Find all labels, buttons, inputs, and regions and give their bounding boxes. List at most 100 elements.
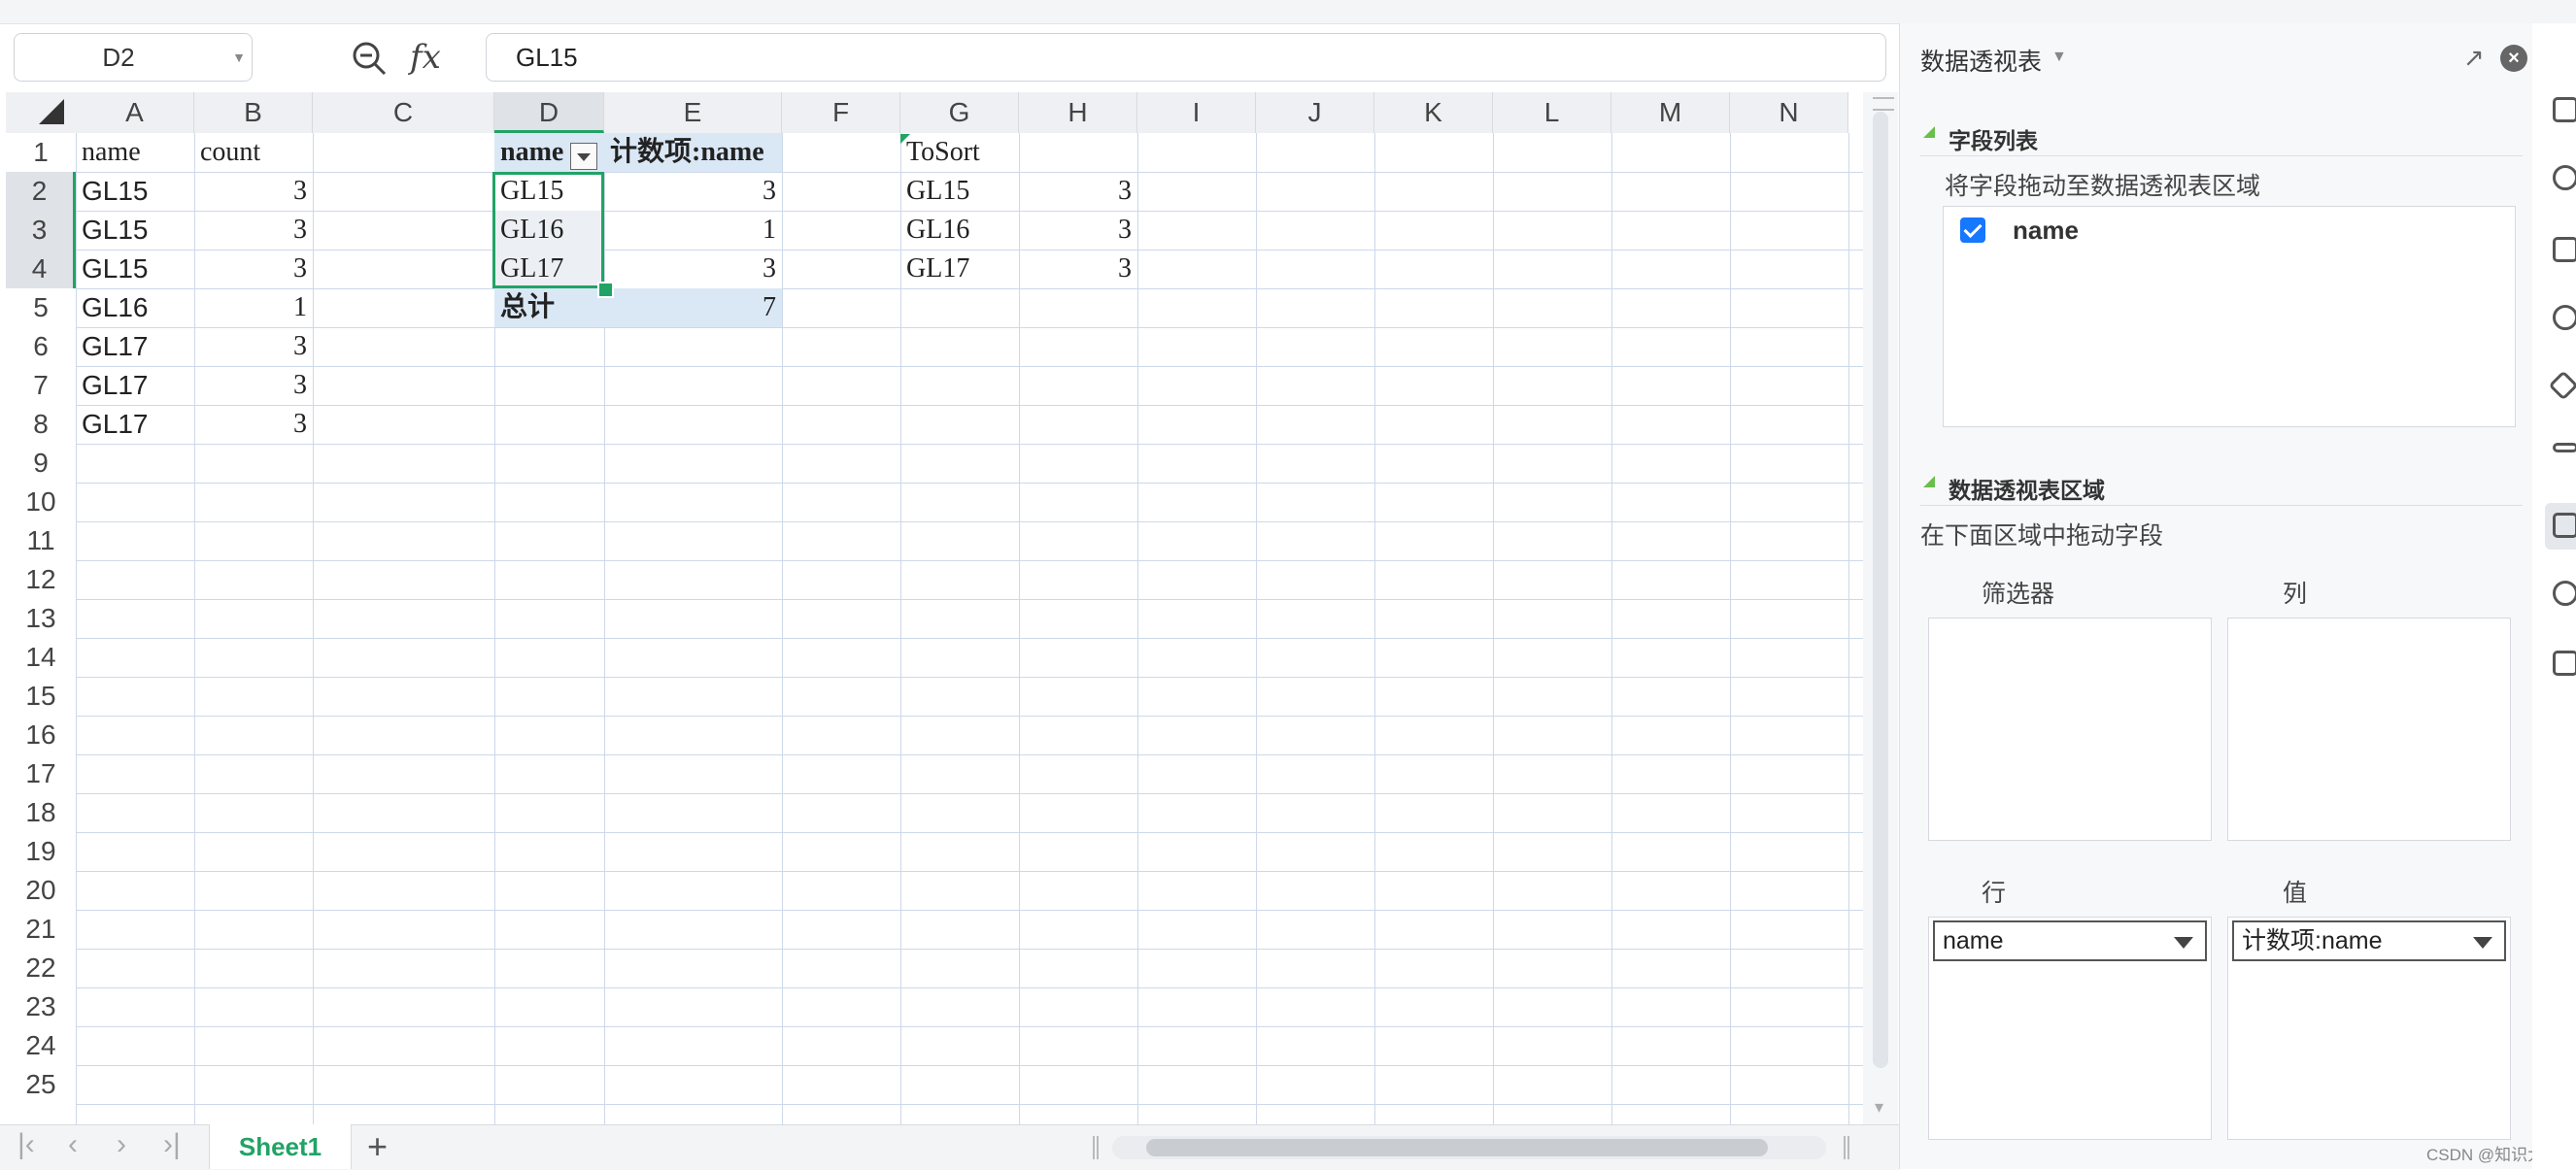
cell-g3[interactable]: GL16 [900,211,1019,250]
column-header-b[interactable]: B [194,92,313,133]
first-sheet-icon[interactable]: |‹ [17,1128,35,1161]
row-header-6[interactable]: 6 [6,327,76,366]
formula-input[interactable]: GL15 [486,33,1886,82]
collapse-triangle-icon[interactable] [1923,126,1935,138]
pivot-table-icon[interactable] [2553,513,2576,538]
row-header-25[interactable]: 25 [6,1065,76,1104]
row-header-5[interactable]: 5 [6,288,76,327]
cell-b3[interactable]: 3 [194,211,313,250]
chevron-down-icon[interactable]: ▼ [2051,49,2067,66]
cell-b2[interactable]: 3 [194,172,313,211]
column-drop-zone[interactable] [2227,618,2511,841]
row-header-2[interactable]: 2 [6,172,76,211]
sheet-tab-sheet1[interactable]: Sheet1 [209,1124,352,1169]
panel-title[interactable]: 数据透视表 [1920,43,2042,78]
row-header-13[interactable]: 13 [6,599,76,638]
function-icon[interactable]: fx [410,33,441,82]
row-header-20[interactable]: 20 [6,871,76,910]
cell-h2[interactable]: 3 [1019,172,1137,211]
name-box[interactable]: D2 ▼ [14,33,253,82]
row-header-8[interactable]: 8 [6,405,76,444]
add-sheet-button[interactable]: + [367,1124,388,1169]
settings-icon[interactable] [2553,305,2576,330]
cell-g4[interactable]: GL17 [900,250,1019,288]
column-header-c[interactable]: C [313,92,494,133]
column-header-a[interactable]: A [76,92,194,133]
column-header-l[interactable]: L [1493,92,1611,133]
row-header-18[interactable]: 18 [6,793,76,832]
next-sheet-icon[interactable]: › [117,1128,126,1161]
column-header-i[interactable]: I [1137,92,1256,133]
scroll-down-icon[interactable]: ▾ [1875,1097,1883,1118]
row-header-17[interactable]: 17 [6,754,76,793]
fill-handle[interactable] [597,282,614,298]
column-header-n[interactable]: N [1730,92,1848,133]
cell-e4[interactable]: 3 [604,250,782,288]
row-header-9[interactable]: 9 [6,444,76,483]
value-field-chip[interactable]: 计数项:name [2232,920,2506,961]
row-header-24[interactable]: 24 [6,1026,76,1065]
history-icon[interactable] [2553,581,2576,606]
column-header-j[interactable]: J [1256,92,1374,133]
row-header-16[interactable]: 16 [6,716,76,754]
row-header-22[interactable]: 22 [6,949,76,987]
row-header-15[interactable]: 15 [6,677,76,716]
collapse-triangle-icon[interactable] [1923,476,1935,487]
cell-b1[interactable]: count [194,133,313,172]
hscroll-split-handle[interactable] [1093,1136,1099,1159]
filter-drop-zone[interactable] [1928,618,2212,841]
row-header-19[interactable]: 19 [6,832,76,871]
cell-h3[interactable]: 3 [1019,211,1137,250]
slider-icon[interactable] [2553,443,2576,452]
cell-b8[interactable]: 3 [194,405,313,444]
pivot-filter-dropdown-button[interactable] [570,143,597,170]
cell-g1[interactable]: ToSort [900,133,1019,172]
row-header-14[interactable]: 14 [6,638,76,677]
row-header-1[interactable]: 1 [6,133,76,172]
cell-a5[interactable]: GL16 [76,288,194,327]
zoom-out-icon[interactable] [350,39,389,78]
chevron-down-icon[interactable] [2473,937,2492,949]
row-header-10[interactable]: 10 [6,483,76,521]
column-header-k[interactable]: K [1374,92,1493,133]
split-handle[interactable] [1873,97,1894,111]
column-header-e[interactable]: E [604,92,782,133]
cell-a3[interactable]: GL15 [76,211,194,250]
cell-e2[interactable]: 3 [604,172,782,211]
column-header-d[interactable]: D [494,92,604,133]
cell-a7[interactable]: GL17 [76,366,194,405]
cell-b5[interactable]: 1 [194,288,313,327]
row-header-12[interactable]: 12 [6,560,76,599]
prev-sheet-icon[interactable]: ‹ [68,1128,78,1161]
comment-icon[interactable] [2553,97,2576,122]
cell-h4[interactable]: 3 [1019,250,1137,288]
chevron-down-icon[interactable] [2174,937,2193,949]
column-header-h[interactable]: H [1019,92,1137,133]
row-header-4[interactable]: 4 [6,250,76,288]
cell-a8[interactable]: GL17 [76,405,194,444]
row-header-21[interactable]: 21 [6,910,76,949]
cell-b6[interactable]: 3 [194,327,313,366]
hscroll-right-handle[interactable] [1844,1136,1849,1159]
column-header-m[interactable]: M [1611,92,1730,133]
row-header-11[interactable]: 11 [6,521,76,560]
expand-icon[interactable]: ↗ [2463,43,2485,73]
last-sheet-icon[interactable]: ›| [163,1128,181,1161]
cell-a1[interactable]: name [76,133,194,172]
cell-b4[interactable]: 3 [194,250,313,288]
shape-icon[interactable] [2553,237,2576,262]
cell-a6[interactable]: GL17 [76,327,194,366]
chevron-down-icon[interactable]: ▼ [232,34,246,81]
close-icon[interactable]: × [2500,45,2527,72]
field-label-name[interactable]: name [2013,216,2079,246]
vertical-scroll-thumb[interactable] [1873,112,1888,1068]
row-header-3[interactable]: 3 [6,211,76,250]
cell-e3[interactable]: 1 [604,211,782,250]
style-icon[interactable] [2553,165,2576,190]
row-header-7[interactable]: 7 [6,366,76,405]
image-icon[interactable] [2553,651,2576,676]
column-header-g[interactable]: G [900,92,1019,133]
cell-g2[interactable]: GL15 [900,172,1019,211]
cell-a4[interactable]: GL15 [76,250,194,288]
row-header-23[interactable]: 23 [6,987,76,1026]
